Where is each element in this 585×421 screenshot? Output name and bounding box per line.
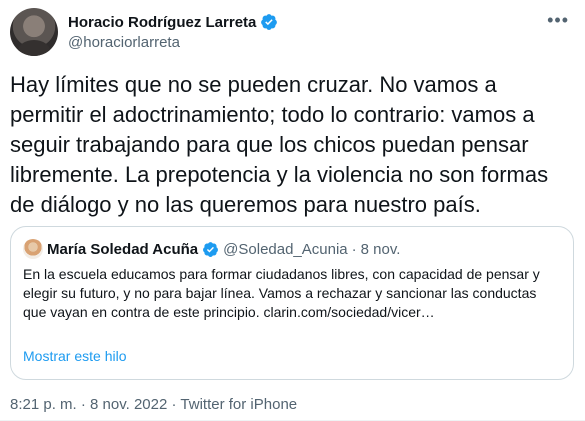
tweet-source: Twitter for iPhone [180, 396, 298, 413]
author-handle[interactable]: @horaciorlarreta [68, 34, 278, 51]
author-avatar[interactable] [10, 8, 58, 56]
quoted-tweet[interactable]: María Soledad Acuña @Soledad_Acunia · 8 … [10, 226, 574, 380]
more-options-icon[interactable]: ••• [547, 11, 569, 29]
separator-dot: · [351, 240, 357, 258]
author-info: Horacio Rodríguez Larreta @horaciorlarre… [68, 12, 278, 51]
author-display-name[interactable]: Horacio Rodríguez Larreta [68, 14, 256, 31]
show-thread-link[interactable]: Mostrar este hilo [23, 348, 126, 364]
quoted-tweet-header: María Soledad Acuña @Soledad_Acunia · 8 … [23, 239, 400, 259]
quoted-author-handle: @Soledad_Acunia [223, 240, 348, 258]
tweet-time[interactable]: 8:21 p. m. [10, 396, 77, 413]
separator-dot: · [76, 396, 91, 413]
tweet-date[interactable]: 8 nov. 2022 [90, 396, 167, 413]
quoted-author-name: María Soledad Acuña [47, 240, 199, 258]
separator-dot: · [167, 396, 181, 413]
author-name-line: Horacio Rodríguez Larreta [68, 12, 278, 32]
quoted-tweet-text: En la escuela educamos para formar ciuda… [23, 266, 540, 320]
tweet-header: Horacio Rodríguez Larreta @horaciorlarre… [10, 8, 575, 60]
verified-badge-icon [203, 241, 219, 257]
quoted-tweet-date: 8 nov. [360, 240, 401, 258]
quoted-author-avatar [23, 239, 43, 259]
tweet-metadata: 8:21 p. m. · 8 nov. 2022 · Twitter for i… [10, 396, 297, 413]
tweet-card: Horacio Rodríguez Larreta @horaciorlarre… [0, 0, 585, 421]
tweet-text: Hay límites que no se pueden cruzar. No … [10, 72, 549, 217]
verified-badge-icon [261, 14, 278, 30]
